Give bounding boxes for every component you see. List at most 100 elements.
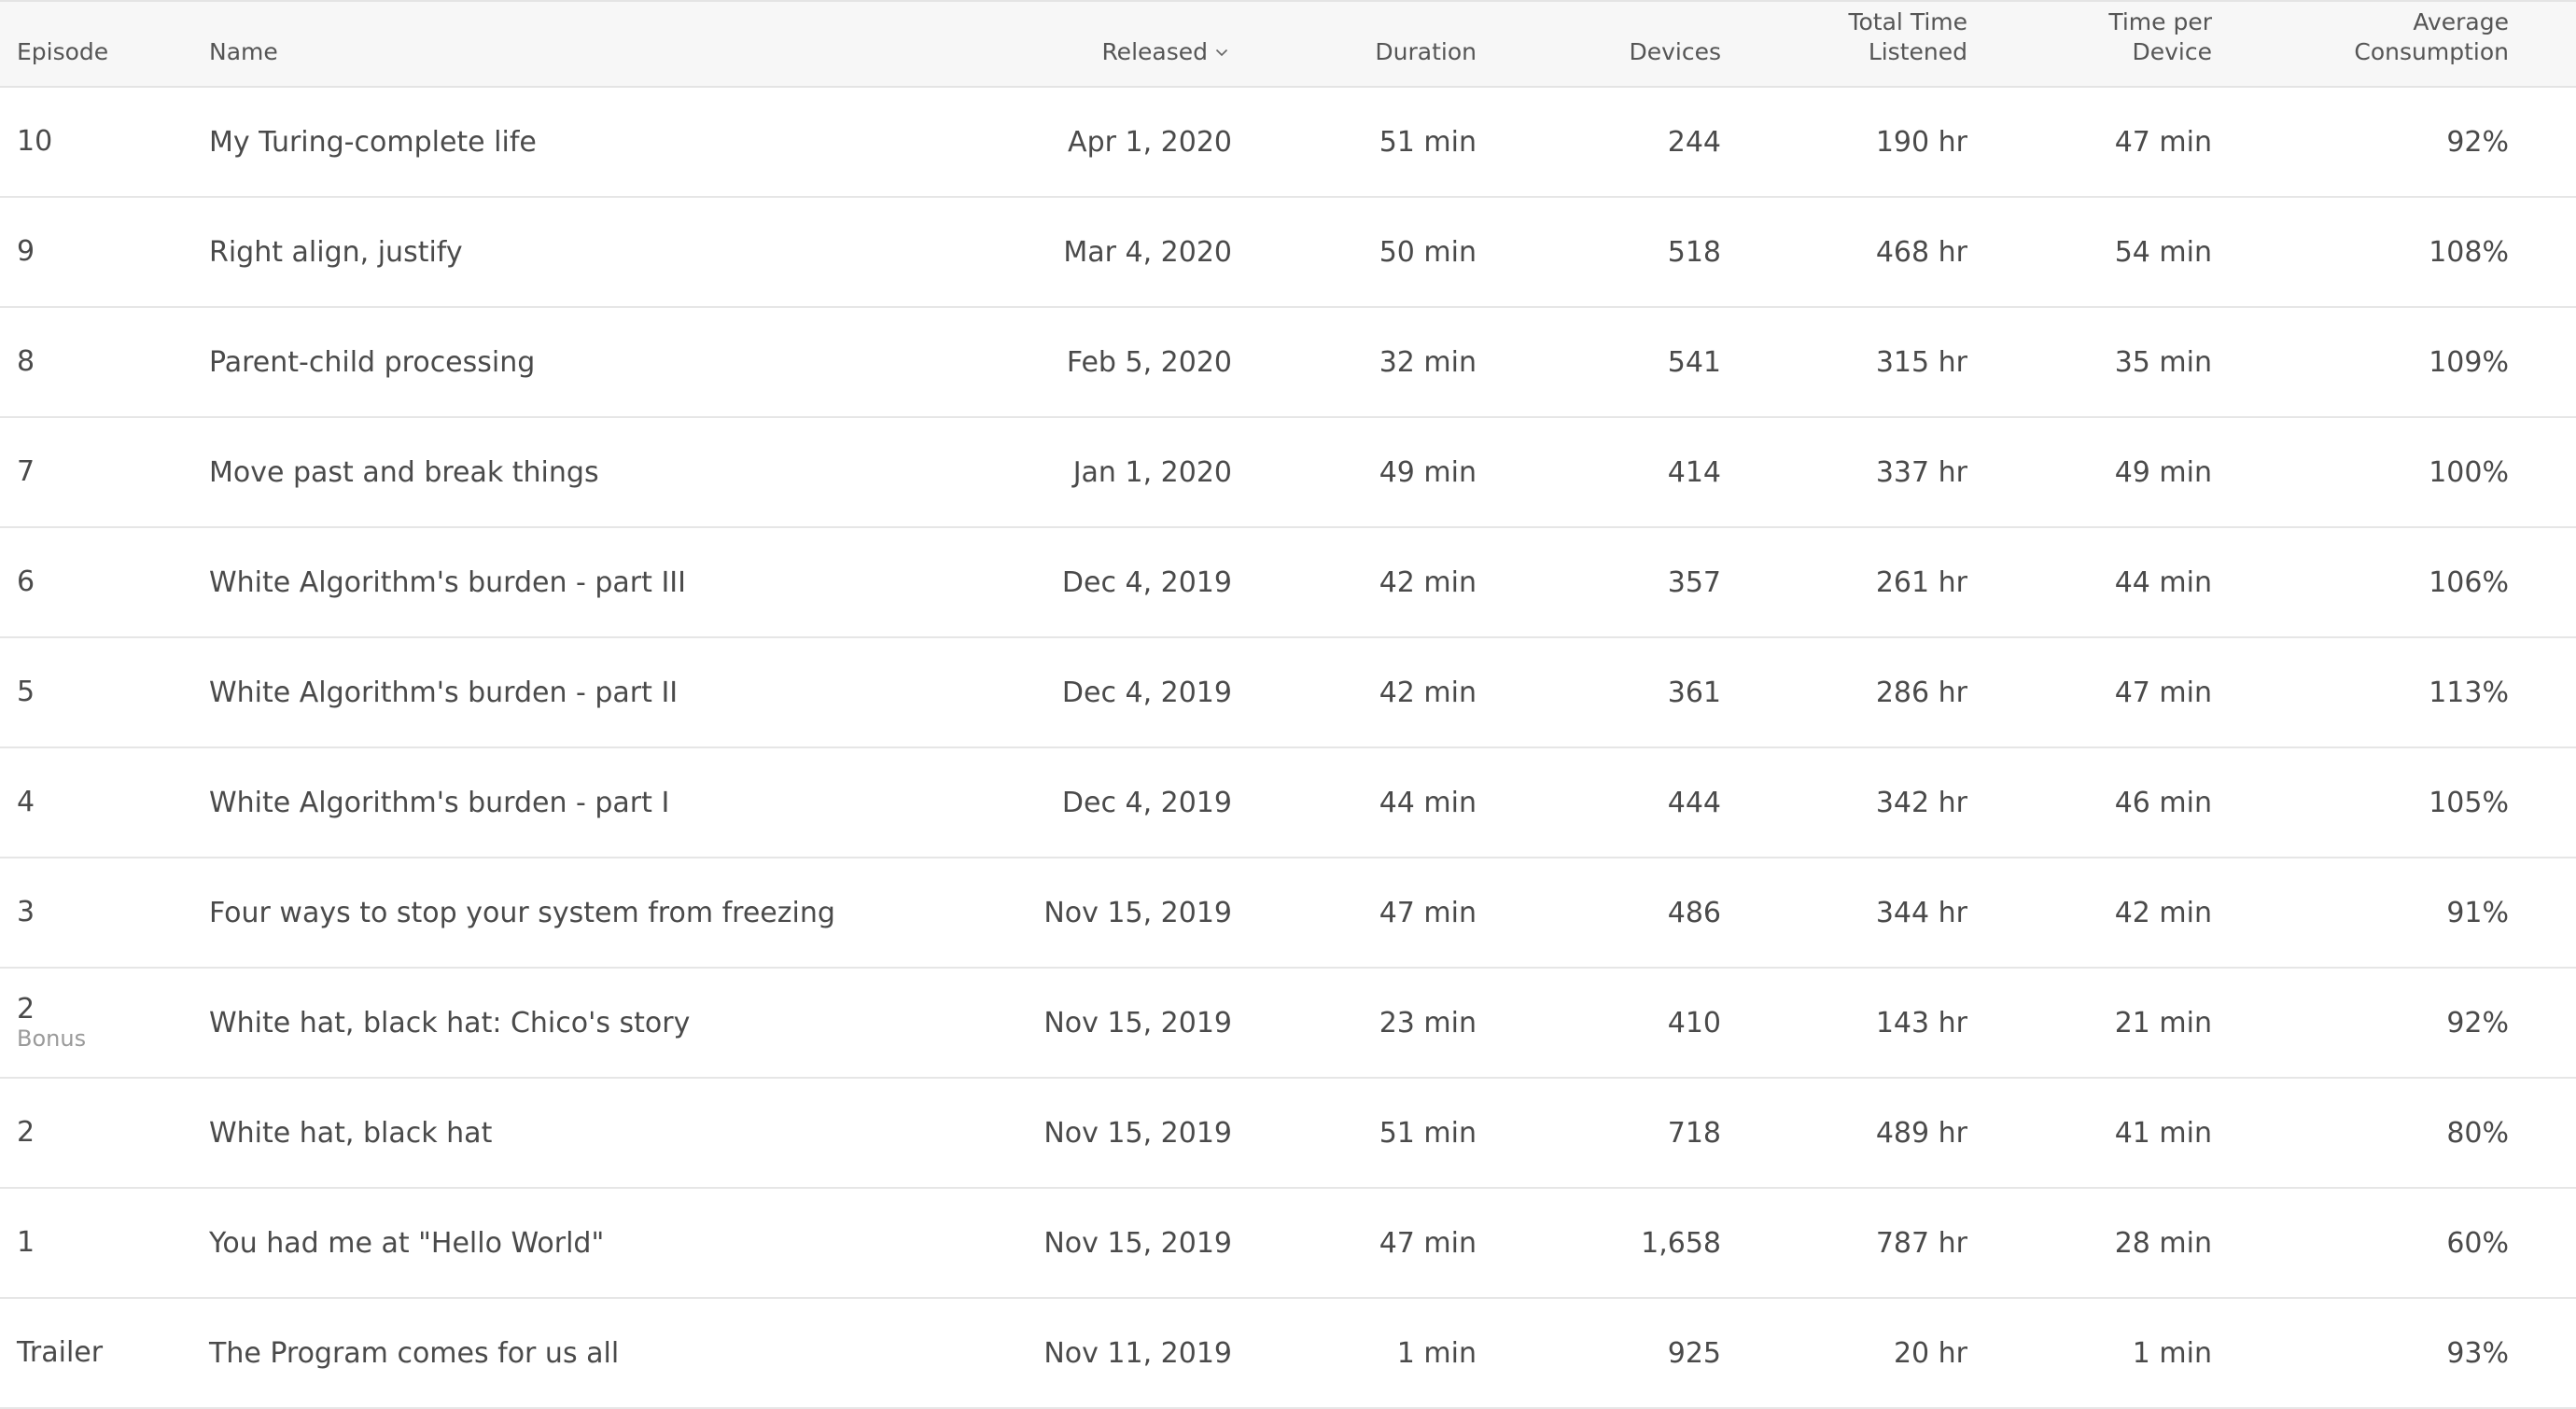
header-total-time-line1: Total Time	[1848, 8, 1967, 35]
episode-number: 1	[17, 1226, 35, 1259]
average-consumption-value: 60%	[2446, 1226, 2509, 1260]
released-date: Dec 4, 2019	[1061, 676, 1232, 709]
episode-cell: 5	[17, 638, 185, 746]
table-row[interactable]: 8 Parent-child processing Feb 5, 2020 32 mi…	[0, 308, 2576, 418]
average-consumption-value: 80%	[2446, 1116, 2509, 1150]
average-consumption-value: 100%	[2429, 455, 2509, 489]
total-time-value: 489 hr	[1875, 1116, 1967, 1150]
released-date: Jan 1, 2020	[1072, 455, 1232, 489]
episode-cell: 2 Bonus	[17, 969, 185, 1077]
table-row[interactable]: 6 White Algorithm's burden - part III Dec …	[0, 528, 2576, 638]
episode-cell: 3	[17, 858, 185, 967]
duration-value: 51 min	[1379, 125, 1477, 159]
episode-cell: 8	[17, 308, 185, 416]
header-duration[interactable]: Duration	[1195, 37, 1477, 67]
time-per-device-value: 1 min	[2132, 1336, 2212, 1370]
released-date: Nov 15, 2019	[1043, 1226, 1232, 1260]
average-consumption-value: 92%	[2446, 125, 2509, 159]
episode-number: 5	[17, 676, 35, 708]
episode-number: 10	[17, 125, 53, 158]
time-per-device-value: 44 min	[2114, 565, 2212, 599]
episode-name[interactable]: My Turing-complete life	[209, 88, 1049, 196]
episode-number: Trailer	[17, 1336, 104, 1369]
table-row[interactable]: 3 Four ways to stop your system from free…	[0, 858, 2576, 969]
episode-subtitle: Bonus	[17, 1025, 87, 1052]
episode-name[interactable]: White Algorithm's burden - part III	[209, 528, 1049, 636]
episode-cell: 1	[17, 1189, 185, 1297]
header-time-per-device-line2: Device	[2132, 38, 2213, 65]
released-date: Dec 4, 2019	[1061, 786, 1232, 819]
released-date: Nov 15, 2019	[1043, 1006, 1232, 1039]
table-row[interactable]: 2 White hat, black hat Nov 15, 2019 51 min 7…	[0, 1079, 2576, 1189]
episode-name[interactable]: You had me at "Hello World"	[209, 1189, 1049, 1297]
average-consumption-value: 93%	[2446, 1336, 2509, 1370]
total-time-value: 143 hr	[1875, 1006, 1967, 1039]
header-total-time[interactable]: Total Time Listened	[1689, 7, 1967, 67]
episode-name[interactable]: Parent-child processing	[209, 308, 1049, 416]
total-time-value: 337 hr	[1875, 455, 1967, 489]
table-body: 10 My Turing-complete life Apr 1, 2020 51 m…	[0, 88, 2576, 1409]
episode-number: 4	[17, 786, 35, 818]
header-episode[interactable]: Episode	[17, 37, 185, 67]
episodes-table: Episode Name Released Duration Devices T…	[0, 0, 2576, 1409]
time-per-device-value: 46 min	[2114, 786, 2212, 819]
devices-value: 486	[1667, 896, 1721, 929]
episode-name[interactable]: White Algorithm's burden - part I	[209, 748, 1049, 857]
episode-name[interactable]: Four ways to stop your system from freez…	[209, 858, 1049, 967]
header-total-time-line2: Listened	[1868, 38, 1967, 65]
released-date: Feb 5, 2020	[1066, 345, 1232, 379]
header-time-per-device[interactable]: Time per Device	[1932, 7, 2212, 67]
time-per-device-value: 49 min	[2114, 455, 2212, 489]
duration-value: 50 min	[1379, 235, 1477, 269]
episode-name[interactable]: Move past and break things	[209, 418, 1049, 526]
total-time-value: 344 hr	[1875, 896, 1967, 929]
episode-number: 3	[17, 896, 35, 928]
header-average-line1: Average	[2413, 8, 2509, 35]
devices-value: 518	[1667, 235, 1721, 269]
episode-name[interactable]: White hat, black hat: Chico's story	[209, 969, 1049, 1077]
released-date: Nov 15, 2019	[1043, 1116, 1232, 1150]
average-consumption-value: 109%	[2429, 345, 2509, 379]
total-time-value: 315 hr	[1875, 345, 1967, 379]
devices-value: 444	[1667, 786, 1721, 819]
devices-value: 925	[1667, 1336, 1721, 1370]
table-row[interactable]: 1 You had me at "Hello World" Nov 15, 2019…	[0, 1189, 2576, 1299]
released-date: Mar 4, 2020	[1063, 235, 1232, 269]
devices-value: 718	[1667, 1116, 1721, 1150]
header-average-consumption[interactable]: Average Consumption	[2175, 7, 2509, 67]
table-row[interactable]: Trailer The Program comes for us all Nov 1…	[0, 1299, 2576, 1409]
total-time-value: 190 hr	[1875, 125, 1967, 159]
released-date: Nov 15, 2019	[1043, 896, 1232, 929]
table-row[interactable]: 5 White Algorithm's burden - part II Dec 4…	[0, 638, 2576, 748]
table-row[interactable]: 10 My Turing-complete life Apr 1, 2020 51 m…	[0, 88, 2576, 198]
episode-cell: 10	[17, 88, 185, 196]
time-per-device-value: 47 min	[2114, 676, 2212, 709]
episode-number: 9	[17, 235, 35, 268]
episode-number: 7	[17, 455, 35, 488]
episode-name[interactable]: Right align, justify	[209, 198, 1049, 306]
duration-value: 23 min	[1379, 1006, 1477, 1039]
episode-cell: 7	[17, 418, 185, 526]
episode-name[interactable]: White hat, black hat	[209, 1079, 1049, 1187]
header-released[interactable]: Released	[933, 37, 1232, 67]
episode-cell: 6	[17, 528, 185, 636]
total-time-value: 342 hr	[1875, 786, 1967, 819]
header-devices[interactable]: Devices	[1437, 37, 1721, 67]
total-time-value: 286 hr	[1875, 676, 1967, 709]
table-row[interactable]: 4 White Algorithm's burden - part I Dec 4,…	[0, 748, 2576, 858]
header-name[interactable]: Name	[209, 37, 1049, 67]
duration-value: 44 min	[1379, 786, 1477, 819]
header-average-line2: Consumption	[2354, 38, 2509, 65]
episode-cell: 9	[17, 198, 185, 306]
episode-cell: Trailer	[17, 1299, 185, 1407]
table-row[interactable]: 9 Right align, justify Mar 4, 2020 50 min 51…	[0, 198, 2576, 308]
released-date: Apr 1, 2020	[1068, 125, 1232, 159]
table-row[interactable]: 7 Move past and break things Jan 1, 2020 49…	[0, 418, 2576, 528]
episode-name[interactable]: White Algorithm's burden - part II	[209, 638, 1049, 746]
episode-name[interactable]: The Program comes for us all	[209, 1299, 1049, 1407]
time-per-device-value: 54 min	[2114, 235, 2212, 269]
total-time-value: 20 hr	[1893, 1336, 1967, 1370]
episode-cell: 4	[17, 748, 185, 857]
devices-value: 410	[1667, 1006, 1721, 1039]
table-row[interactable]: 2 Bonus White hat, black hat: Chico's stor…	[0, 969, 2576, 1079]
